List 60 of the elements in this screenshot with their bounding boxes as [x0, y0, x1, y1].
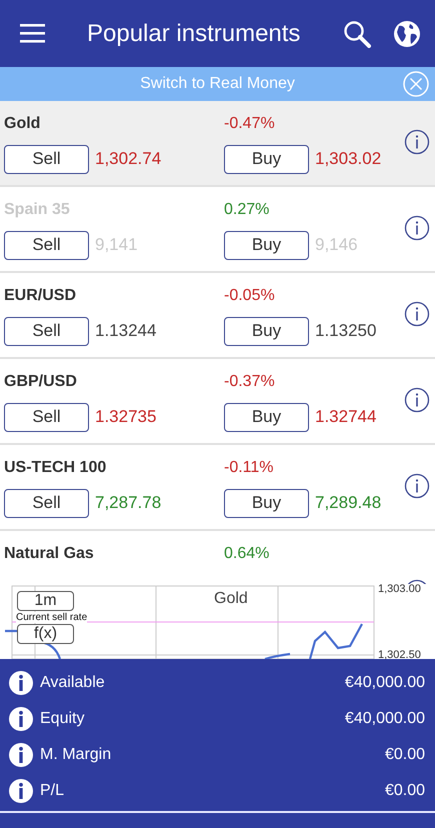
change-percent: 0.27%: [224, 201, 270, 219]
instrument-name: EUR/USD: [4, 287, 78, 305]
buy-price: 1.32744: [315, 407, 376, 427]
globe-icon: [393, 20, 421, 48]
sell-button[interactable]: Sell: [4, 488, 89, 518]
buy-price: 7,289.48: [315, 493, 382, 513]
account-label: Available: [40, 674, 106, 692]
sell-price: 7,287.78: [95, 493, 162, 513]
sell-button[interactable]: Sell: [4, 144, 89, 174]
globe-button[interactable]: [393, 20, 421, 48]
account-value: €0.00: [384, 746, 425, 764]
axis-label: 1,302.50: [378, 649, 421, 661]
line-label: Current sell rate: [16, 612, 88, 623]
search-button[interactable]: [343, 20, 371, 48]
info-icon[interactable]: [8, 778, 34, 804]
info-icon[interactable]: [8, 706, 34, 732]
buy-button[interactable]: Buy: [224, 316, 309, 346]
buy-button[interactable]: Buy: [224, 488, 309, 518]
account-value: €0.00: [384, 782, 425, 800]
search-icon: [343, 20, 371, 48]
info-icon: [404, 215, 430, 241]
screen-title: Popular instruments: [87, 20, 302, 48]
sell-button[interactable]: Sell: [4, 316, 89, 346]
change-percent: 0.64%: [224, 545, 270, 563]
buy-button[interactable]: Buy: [224, 144, 309, 174]
buy-button[interactable]: Buy: [224, 402, 309, 432]
banner-text: Switch to Real Money: [140, 75, 295, 93]
period-button[interactable]: 1m: [17, 591, 74, 611]
buy-price: 1,303.02: [315, 149, 382, 169]
axis-label: 1,303.00: [378, 583, 421, 595]
info-icon[interactable]: [8, 742, 34, 768]
sell-price: 1.13244: [95, 321, 156, 341]
buy-price: 1.13250: [315, 321, 376, 341]
info-icon: [404, 129, 430, 155]
sell-price: 1,302.74: [95, 149, 162, 169]
function-button[interactable]: f(x): [17, 624, 74, 644]
instrument-name: US-TECH 100: [4, 459, 108, 477]
account-label: P/L: [40, 782, 66, 800]
sell-price: 1.32735: [95, 407, 156, 427]
account-value: €40,000.00: [344, 710, 425, 728]
menu-button[interactable]: [20, 24, 45, 43]
info-icon: [404, 301, 430, 327]
chart-title: Gold: [214, 590, 248, 608]
info-icon: [404, 473, 430, 499]
change-percent: -0.11%: [224, 459, 275, 477]
change-percent: -0.47%: [224, 115, 276, 133]
account-value: €40,000.00: [344, 674, 425, 692]
account-label: Equity: [40, 710, 86, 728]
info-icon: [404, 387, 430, 413]
instrument-name: GBP/USD: [4, 373, 78, 391]
instrument-name: Natural Gas: [4, 545, 95, 563]
close-icon: [403, 71, 429, 97]
change-percent: -0.37%: [224, 373, 276, 391]
instrument-row[interactable]: Gold -0.47% Sell 1,302.74 Buy 1,303.02: [0, 101, 435, 187]
instrument-name: Gold: [4, 115, 42, 133]
info-icon[interactable]: [8, 670, 34, 696]
sell-button[interactable]: Sell: [4, 402, 89, 432]
change-percent: -0.05%: [224, 287, 276, 305]
account-label: M. Margin: [40, 746, 112, 764]
menu-icon: [20, 24, 45, 43]
